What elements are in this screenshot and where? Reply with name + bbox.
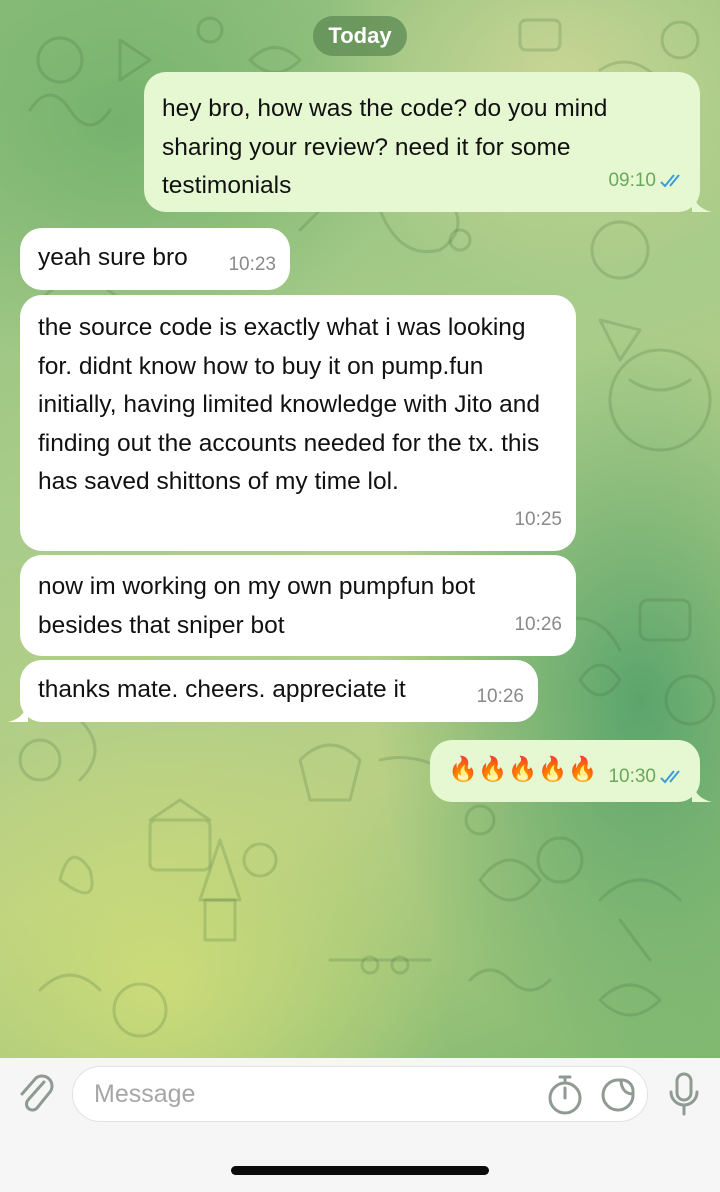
message-bubble-incoming[interactable]: thanks mate. cheers. appreciate it 10:26 (8, 660, 538, 722)
message-bubble-incoming[interactable]: yeah sure bro 10:23 (20, 228, 290, 290)
stopwatch-icon[interactable] (546, 1072, 584, 1116)
date-divider: Today (313, 16, 407, 56)
message-bubble-outgoing[interactable]: hey bro, how was the code? do you mind s… (144, 72, 712, 212)
message-text: the source code is exactly what i was lo… (38, 314, 547, 495)
microphone-icon[interactable] (666, 1070, 702, 1118)
read-ticks-icon (660, 174, 680, 188)
message-time: 10:26 (514, 613, 562, 635)
message-bubble-incoming[interactable]: the source code is exactly what i was lo… (20, 295, 576, 551)
message-text: hey bro, how was the code? do you mind s… (162, 95, 615, 199)
message-time: 10:25 (514, 508, 562, 530)
message-bubble-outgoing[interactable]: 🔥🔥🔥🔥🔥 10:30 (430, 740, 712, 802)
message-time: 10:26 (476, 685, 524, 707)
sticker-icon[interactable] (599, 1074, 637, 1114)
message-time: 10:30 (608, 765, 656, 787)
message-time: 09:10 (608, 169, 656, 191)
bubble-tail (692, 190, 712, 212)
message-bubble-incoming[interactable]: now im working on my own pumpfun bot bes… (20, 555, 576, 656)
message-text: thanks mate. cheers. appreciate it (38, 676, 406, 703)
home-indicator (231, 1166, 489, 1175)
message-time: 10:23 (228, 253, 276, 275)
paperclip-icon[interactable] (16, 1072, 56, 1116)
message-input-placeholder: Message (94, 1080, 196, 1108)
read-ticks-icon (660, 770, 680, 784)
bubble-tail (692, 780, 712, 802)
bubble-tail (8, 700, 28, 722)
message-text: now im working on my own pumpfun bot bes… (38, 573, 482, 639)
